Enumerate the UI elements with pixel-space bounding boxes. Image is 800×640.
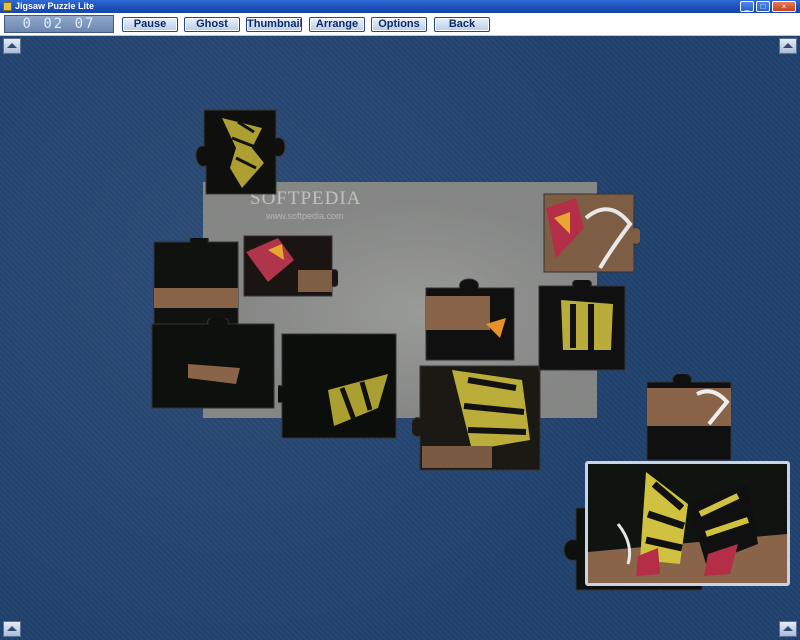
window-title: Jigsaw Puzzle Lite [15, 1, 95, 11]
puzzle-piece[interactable] [150, 238, 242, 330]
scroll-button-bottom-right[interactable] [779, 621, 797, 637]
options-button[interactable]: Options [371, 17, 427, 32]
pause-button[interactable]: Pause [122, 17, 178, 32]
toolbar: 0 02 07 Pause Ghost Thumbnail Arrange Op… [0, 13, 800, 36]
app-icon [3, 2, 12, 11]
scroll-up-icon [7, 43, 17, 48]
puzzle-piece[interactable] [540, 188, 640, 278]
elapsed-timer: 0 02 07 [4, 15, 114, 33]
scroll-up-icon [7, 626, 17, 631]
maximize-button[interactable]: □ [756, 1, 770, 12]
puzzle-piece[interactable] [643, 374, 735, 464]
scroll-button-top-left[interactable] [3, 38, 21, 54]
thumbnail-preview[interactable] [585, 461, 790, 586]
scroll-button-top-right[interactable] [779, 38, 797, 54]
scroll-button-bottom-left[interactable] [3, 621, 21, 637]
minimize-button[interactable]: _ [740, 1, 754, 12]
puzzle-piece[interactable] [278, 330, 400, 444]
ghost-button[interactable]: Ghost [184, 17, 240, 32]
puzzle-piece[interactable] [412, 360, 546, 476]
scroll-up-icon [783, 43, 793, 48]
back-button[interactable]: Back [434, 17, 490, 32]
title-bar: Jigsaw Puzzle Lite _ □ × [0, 0, 800, 13]
puzzle-piece[interactable] [533, 280, 631, 376]
close-button[interactable]: × [772, 1, 796, 12]
watermark-url: www.softpedia.com [266, 211, 344, 221]
puzzle-piece[interactable] [238, 230, 338, 300]
puzzle-piece[interactable] [148, 318, 278, 414]
arrange-button[interactable]: Arrange [309, 17, 365, 32]
puzzle-piece[interactable] [420, 276, 520, 366]
puzzle-piece[interactable] [192, 108, 288, 198]
butterfly-preview-image [588, 464, 787, 583]
thumbnail-button[interactable]: Thumbnail [246, 17, 303, 32]
scroll-up-icon [783, 626, 793, 631]
